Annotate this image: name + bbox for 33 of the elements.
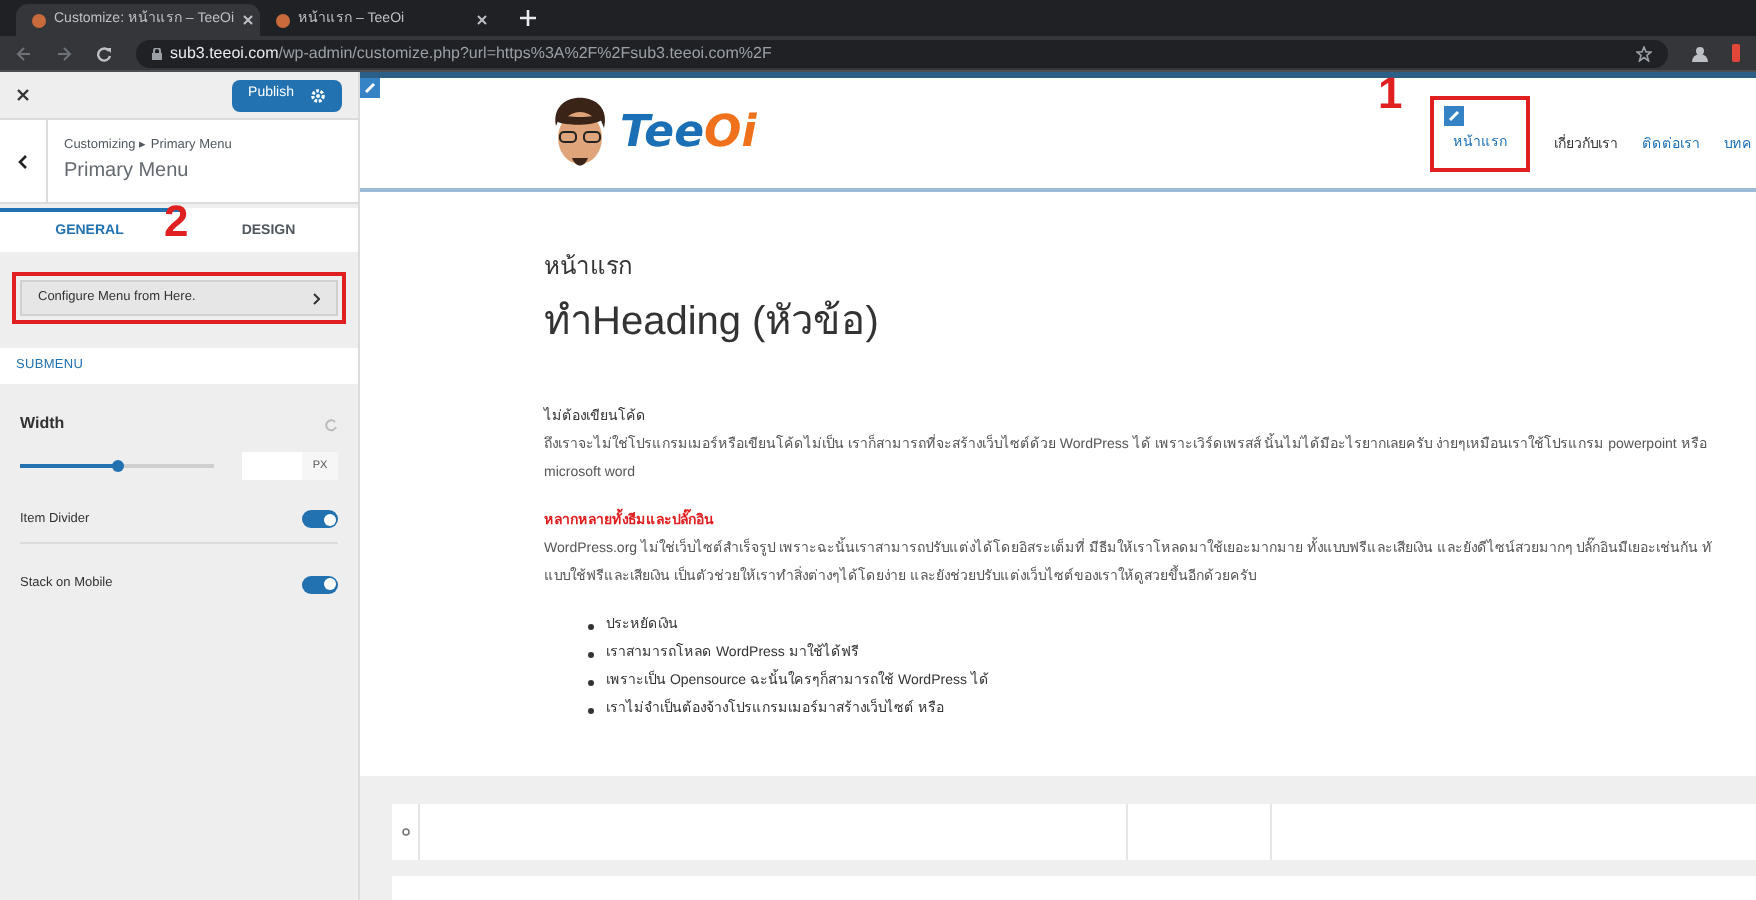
- logo-text: TeeOi: [620, 111, 757, 155]
- toggle-switch[interactable]: [302, 575, 338, 593]
- favicon-icon: [276, 13, 290, 27]
- new-tab-icon[interactable]: [520, 10, 536, 26]
- close-icon[interactable]: [476, 14, 488, 26]
- back-icon[interactable]: [16, 45, 32, 61]
- close-icon[interactable]: [16, 88, 30, 102]
- bullet-icon: [588, 623, 594, 629]
- page-title: หน้าแรก: [544, 250, 634, 284]
- bullet-icon: [588, 651, 594, 657]
- reload-icon[interactable]: [96, 45, 112, 61]
- circle-icon: [401, 828, 409, 836]
- star-icon[interactable]: [1636, 45, 1652, 61]
- settings-icon[interactable]: [310, 87, 326, 103]
- profile-icon[interactable]: [1692, 45, 1708, 61]
- chevron-right-icon: [312, 291, 320, 305]
- control-label: Width: [20, 412, 65, 436]
- bullet-icon: [588, 679, 594, 685]
- step-number: 1: [1378, 72, 1403, 115]
- edit-icon[interactable]: [1444, 105, 1464, 125]
- favicon-icon: [32, 13, 46, 27]
- forward-icon[interactable]: [56, 45, 72, 61]
- slider-thumb[interactable]: [112, 459, 125, 471]
- toggle-switch[interactable]: [302, 510, 338, 528]
- heading: ทำHeading (หัวข้อ): [544, 298, 881, 348]
- panel-title: Primary Menu: [64, 157, 191, 186]
- chevron-left-icon: [18, 153, 28, 169]
- url-text: sub3.teeoi.com/wp-admin/customize.php?url=https%3A%2F%2Fsub3.teeoi.com%2F: [170, 41, 772, 65]
- edit-icon[interactable]: [360, 78, 380, 98]
- close-icon[interactable]: [242, 14, 255, 26]
- bullet-icon: [588, 707, 594, 713]
- address-bar[interactable]: sub3.teeoi.com/wp-admin/customize.php?url=https%3A%2F%2Fsub3.teeoi.com%2F: [136, 39, 1668, 67]
- lock-icon: [152, 47, 162, 59]
